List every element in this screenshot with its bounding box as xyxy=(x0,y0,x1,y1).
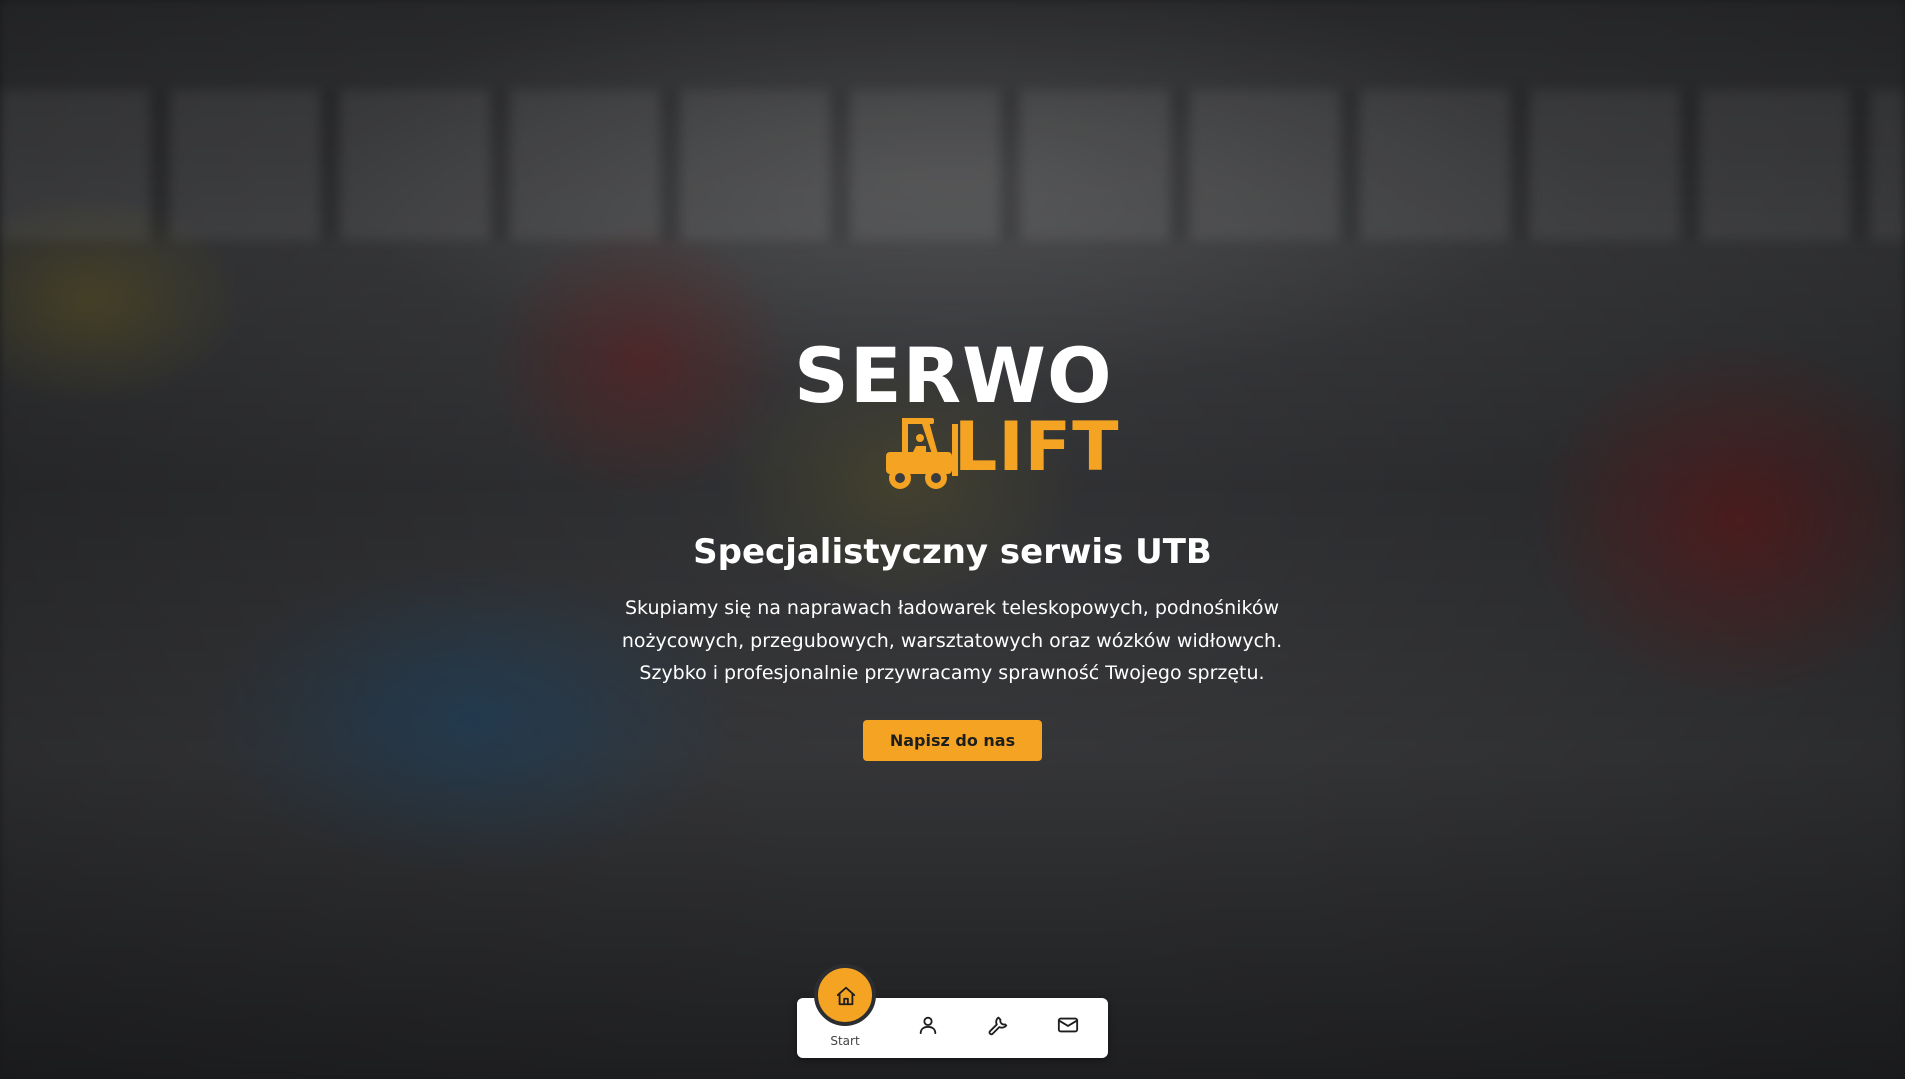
hero-title: Specjalistyczny serwis UTB xyxy=(693,532,1212,572)
mail-icon xyxy=(1057,1014,1079,1036)
nav-item-services[interactable] xyxy=(963,998,1033,1058)
nav-label-start: Start xyxy=(830,1034,860,1048)
hero-description-line: Skupiamy się na naprawach ładowarek tele… xyxy=(625,597,1279,619)
logo-text-serwo: SERWO xyxy=(794,331,1113,420)
bottom-navigation: Start xyxy=(797,964,1108,1058)
hero-content: SERWO LIFT Specjalistyczny serwis UTB Sk… xyxy=(0,0,1905,1079)
hero-description-line: nożycowych, przegubowych, warsztatowych … xyxy=(621,629,1283,652)
contact-us-button[interactable]: Napisz do nas xyxy=(863,720,1042,761)
home-icon xyxy=(835,985,857,1007)
user-icon xyxy=(917,1014,939,1036)
nav-item-about[interactable] xyxy=(893,998,963,1058)
forklift-icon xyxy=(882,416,962,492)
nav-active-indicator xyxy=(814,964,876,1026)
hero-description: Skupiamy się na naprawach ładowarek tele… xyxy=(602,592,1302,690)
hero-description-line: Szybko i profesjonalnie przywracamy spra… xyxy=(639,662,1265,684)
wrench-icon xyxy=(987,1014,1009,1036)
nav-item-contact[interactable] xyxy=(1033,998,1103,1058)
nav-item-start[interactable]: Start xyxy=(797,964,893,1058)
logo-text-lift: LIFT xyxy=(954,408,1120,487)
hero-section: SERWO LIFT Specjalistyczny serwis UTB Sk… xyxy=(0,0,1905,1079)
serwolift-logo[interactable]: SERWO LIFT xyxy=(794,338,1124,500)
